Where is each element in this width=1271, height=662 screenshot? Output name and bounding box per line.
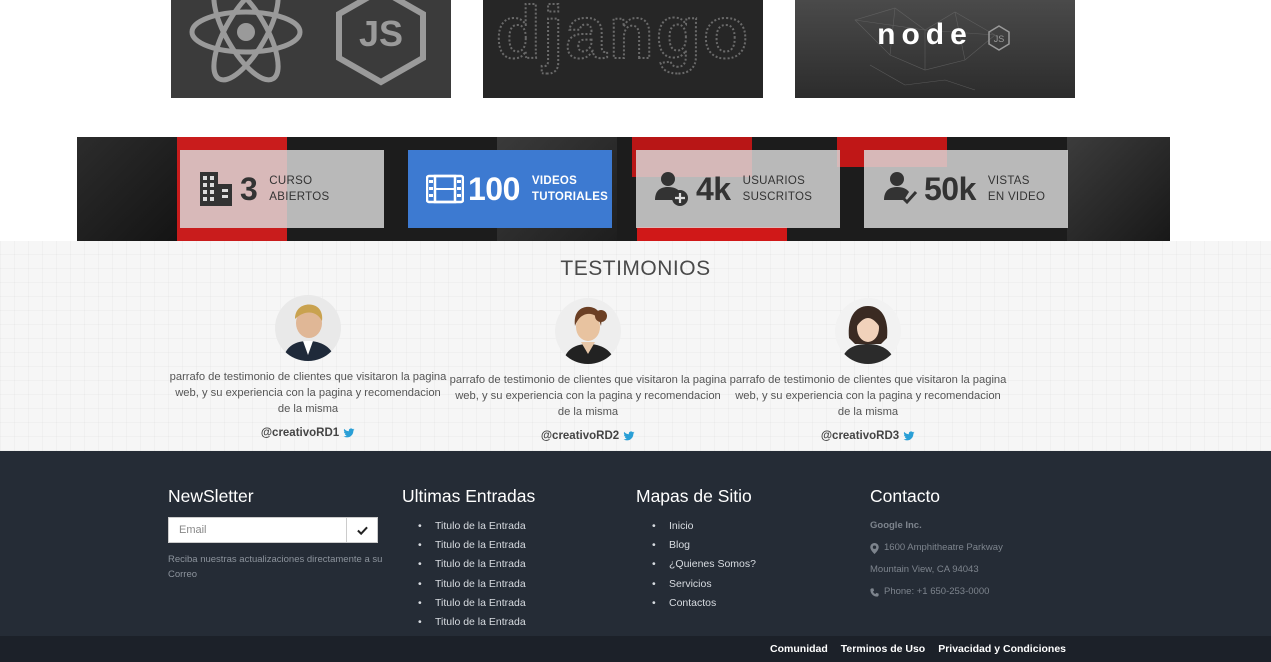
contact-phone: Phone: +1 650-253-0000 [870,581,1003,603]
link-privacidad[interactable]: Privacidad y Condiciones [938,643,1066,655]
testimonial-item: parrafo de testimonio de clientes que vi… [728,298,1008,442]
link-comunidad[interactable]: Comunidad [770,643,828,655]
contact-address: 1600 Amphitheatre Parkway [870,537,1003,559]
twitter-icon[interactable] [343,427,355,439]
newsletter-description: Reciba nuestras actualizaciones directam… [168,554,383,580]
newsletter-title: NewSletter [168,486,254,506]
django-logo: django [495,0,751,75]
latest-entry-link[interactable]: Titulo de la Entrada [418,594,535,613]
django-card[interactable]: django [483,0,763,98]
django-logo-text: django [496,0,751,74]
latest-entry-link[interactable]: Titulo de la Entrada [418,555,535,574]
node-js-logo: node JS [854,7,1010,91]
link-terminos-de-uso[interactable]: Terminos de Uso [841,643,925,655]
testimonials-section: TESTIMONIOS parrafo de testimonio de cli… [0,241,1271,451]
stat-label: VISTAS EN VIDEO [987,175,1046,203]
stats-band: 3 CURSO ABIERTOS 100 VIDEOS TUTORIALES 4k [77,137,1170,241]
subscribe-button[interactable] [346,517,378,543]
react-js-card[interactable]: JS [171,0,451,98]
footer: NewSletter Reciba nuestras actualizacion… [0,451,1271,636]
newsletter-form [168,517,378,543]
checkmark-icon [356,526,368,535]
testimonial-item: parrafo de testimonio de clientes que vi… [448,298,728,442]
twitter-icon[interactable] [903,430,915,442]
contact-title: Contacto [870,486,941,506]
node-js-sub-text: JS [994,34,1005,44]
email-field[interactable] [168,517,346,543]
testimonials-title: TESTIMONIOS [560,257,711,280]
node-logo-text: node [877,18,973,51]
latest-entry-link[interactable]: Titulo de la Entrada [418,613,535,632]
stat-users: 4k USUARIOS SUSCRITOS [636,150,840,228]
decor-dark-cube [1067,137,1170,241]
stat-views: 50k VISTAS EN VIDEO [864,150,1068,228]
sitemap-link-blog[interactable]: Blog [652,536,756,555]
testimonial-text: parrafo de testimonio de clientes que vi… [169,371,447,415]
testimonial-item: parrafo de testimonio de clientes que vi… [168,295,448,439]
stat-label: CURSO ABIERTOS [269,175,330,203]
latest-entries-column: Ultimas Entradas Titulo de la Entrada Ti… [402,486,535,632]
stat-label: USUARIOS SUSCRITOS [742,175,813,203]
stat-label: VIDEOS TUTORIALES [531,175,609,203]
bottom-bar: Comunidad Terminos de Uso Privacidad y C… [0,636,1271,662]
sitemap-link-inicio[interactable]: Inicio [652,517,756,536]
user-check-icon [884,172,918,205]
stat-number: 50k [924,170,976,207]
map-marker-icon [870,542,879,554]
latest-entry-link[interactable]: Titulo de la Entrada [418,536,535,555]
sitemap-link-quienes-somos[interactable]: ¿Quienes Somos? [652,555,756,574]
sitemap-link-servicios[interactable]: Servicios [652,575,756,594]
legal-links: Comunidad Terminos de Uso Privacidad y C… [770,636,1066,662]
latest-entry-link[interactable]: Titulo de la Entrada [418,575,535,594]
testimonial-text: parrafo de testimonio de clientes que vi… [449,374,727,418]
testimonial-text: parrafo de testimonio de clientes que vi… [729,374,1007,418]
latest-entry-link[interactable]: Titulo de la Entrada [418,517,535,536]
phone-icon [870,587,879,597]
sitemap-title: Mapas de Sitio [636,486,752,506]
sitemap-link-contactos[interactable]: Contactos [652,594,756,613]
avatar [275,295,341,361]
testimonial-handle[interactable]: @creativoRD3 [728,430,1008,442]
stat-courses: 3 CURSO ABIERTOS [180,150,384,228]
sitemap-column: Mapas de Sitio Inicio Blog ¿Quienes Somo… [636,486,756,613]
twitter-icon[interactable] [623,430,635,442]
technology-banner: JS django node JS [0,0,1271,98]
avatar [835,298,901,364]
react-js-logo: JS [189,0,426,86]
contact-column: Contacto Google Inc. 1600 Amphitheatre P… [870,486,1003,603]
user-add-icon [655,172,688,206]
decor-dark-cube [77,137,177,241]
film-icon [426,174,464,204]
js-logo-text: JS [359,13,403,54]
node-js-card[interactable]: node JS [795,0,1075,98]
avatar [555,298,621,364]
stat-videos: 100 VIDEOS TUTORIALES [408,150,612,228]
stat-number: 3 [240,170,258,207]
building-icon [200,172,232,206]
sitemap-list: Inicio Blog ¿Quienes Somos? Servicios Co… [636,517,756,613]
decor-red-cube [637,227,787,241]
testimonial-handle[interactable]: @creativoRD2 [448,430,728,442]
latest-entries-list: Titulo de la Entrada Titulo de la Entrad… [402,517,535,632]
testimonial-handle[interactable]: @creativoRD1 [168,427,448,439]
newsletter-column: NewSletter Reciba nuestras actualizacion… [168,486,383,582]
stat-number: 100 [468,170,520,207]
contact-company: Google Inc. [870,520,922,531]
stat-number: 4k [696,170,731,207]
latest-entries-title: Ultimas Entradas [402,486,536,506]
contact-city: Mountain View, CA 94043 [870,564,979,575]
